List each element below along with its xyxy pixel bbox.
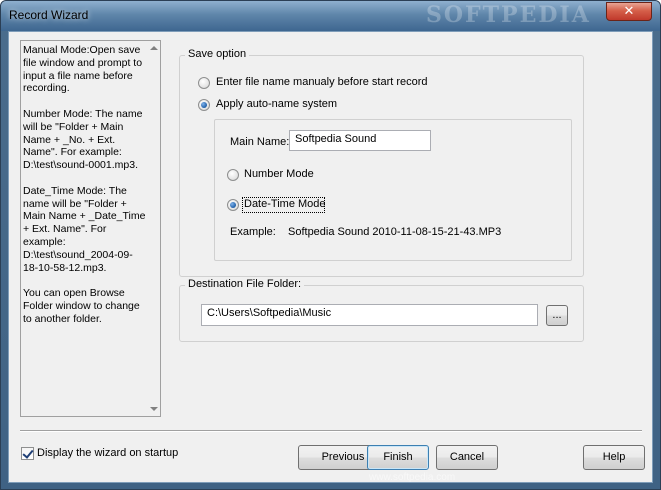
number-mode-label[interactable]: Number Mode <box>244 168 314 180</box>
auto-name-radio[interactable] <box>198 99 210 111</box>
save-option-group: Save option Enter file name manualy befo… <box>179 48 584 277</box>
main-name-input[interactable]: Softpedia Sound <box>289 130 431 151</box>
datetime-mode-label[interactable]: Date-Time Mode <box>244 198 326 210</box>
destination-folder-label: Destination File Folder: <box>185 278 305 290</box>
close-button[interactable]: ✕ <box>606 2 652 21</box>
manual-name-label[interactable]: Enter file name manualy before start rec… <box>216 76 428 88</box>
title-bar: Record Wizard SOFTPEDIA ✕ <box>1 1 660 31</box>
help-button-label: Help <box>602 451 626 463</box>
previous-button-label: Previous <box>321 451 365 463</box>
help-paragraph-datetime: Date_Time Mode: The name will be "Folder… <box>23 184 146 274</box>
display-wizard-label[interactable]: Display the wizard on startup <box>37 447 178 459</box>
help-text: Manual Mode:Open save file window and pr… <box>23 44 147 338</box>
help-text-panel[interactable]: Manual Mode:Open save file window and pr… <box>20 40 161 417</box>
chevron-down-icon[interactable] <box>150 407 158 411</box>
example-value: Softpedia Sound 2010-11-08-15-21-43.MP3 <box>288 226 502 238</box>
number-mode-radio[interactable] <box>227 169 239 181</box>
window-title: Record Wizard <box>9 8 89 22</box>
softpedia-footer-watermark: www.softpedia.com <box>369 472 456 483</box>
help-scrollbar[interactable] <box>147 41 160 416</box>
softpedia-watermark: SOFTPEDIA <box>426 2 591 28</box>
help-paragraph-number: Number Mode: The name will be "Folder + … <box>23 107 146 172</box>
footer-separator <box>20 430 642 432</box>
auto-name-settings-box: Main Name: Softpedia Sound Number Mode D… <box>214 119 572 261</box>
datetime-mode-radio[interactable] <box>227 199 239 211</box>
destination-folder-group: Destination File Folder: C:\Users\Softpe… <box>179 278 584 342</box>
manual-name-radio[interactable] <box>198 77 210 89</box>
destination-path-input[interactable]: C:\Users\Softpedia\Music <box>201 304 538 326</box>
finish-button-label: Finish <box>383 451 413 463</box>
display-wizard-checkbox[interactable] <box>21 447 34 460</box>
close-icon: ✕ <box>623 3 635 18</box>
save-option-label: Save option <box>185 48 250 60</box>
help-paragraph-browse: You can open Browse Folder window to cha… <box>23 287 143 325</box>
auto-name-label[interactable]: Apply auto-name system <box>216 98 337 110</box>
finish-button[interactable]: Finish <box>367 445 429 470</box>
help-paragraph-manual: Manual Mode:Open save file window and pr… <box>23 44 145 95</box>
cancel-button-label: Cancel <box>449 451 485 463</box>
record-wizard-window: Record Wizard SOFTPEDIA ✕ Manual Mode:Op… <box>0 0 661 490</box>
browse-folder-button[interactable]: ... <box>546 305 568 326</box>
example-label: Example: <box>230 226 276 238</box>
help-button[interactable]: Help <box>583 445 645 470</box>
cancel-button[interactable]: Cancel <box>436 445 498 470</box>
chevron-up-icon[interactable] <box>150 46 158 50</box>
dialog-client-area: Manual Mode:Open save file window and pr… <box>8 31 653 483</box>
main-name-label: Main Name: <box>230 136 290 148</box>
